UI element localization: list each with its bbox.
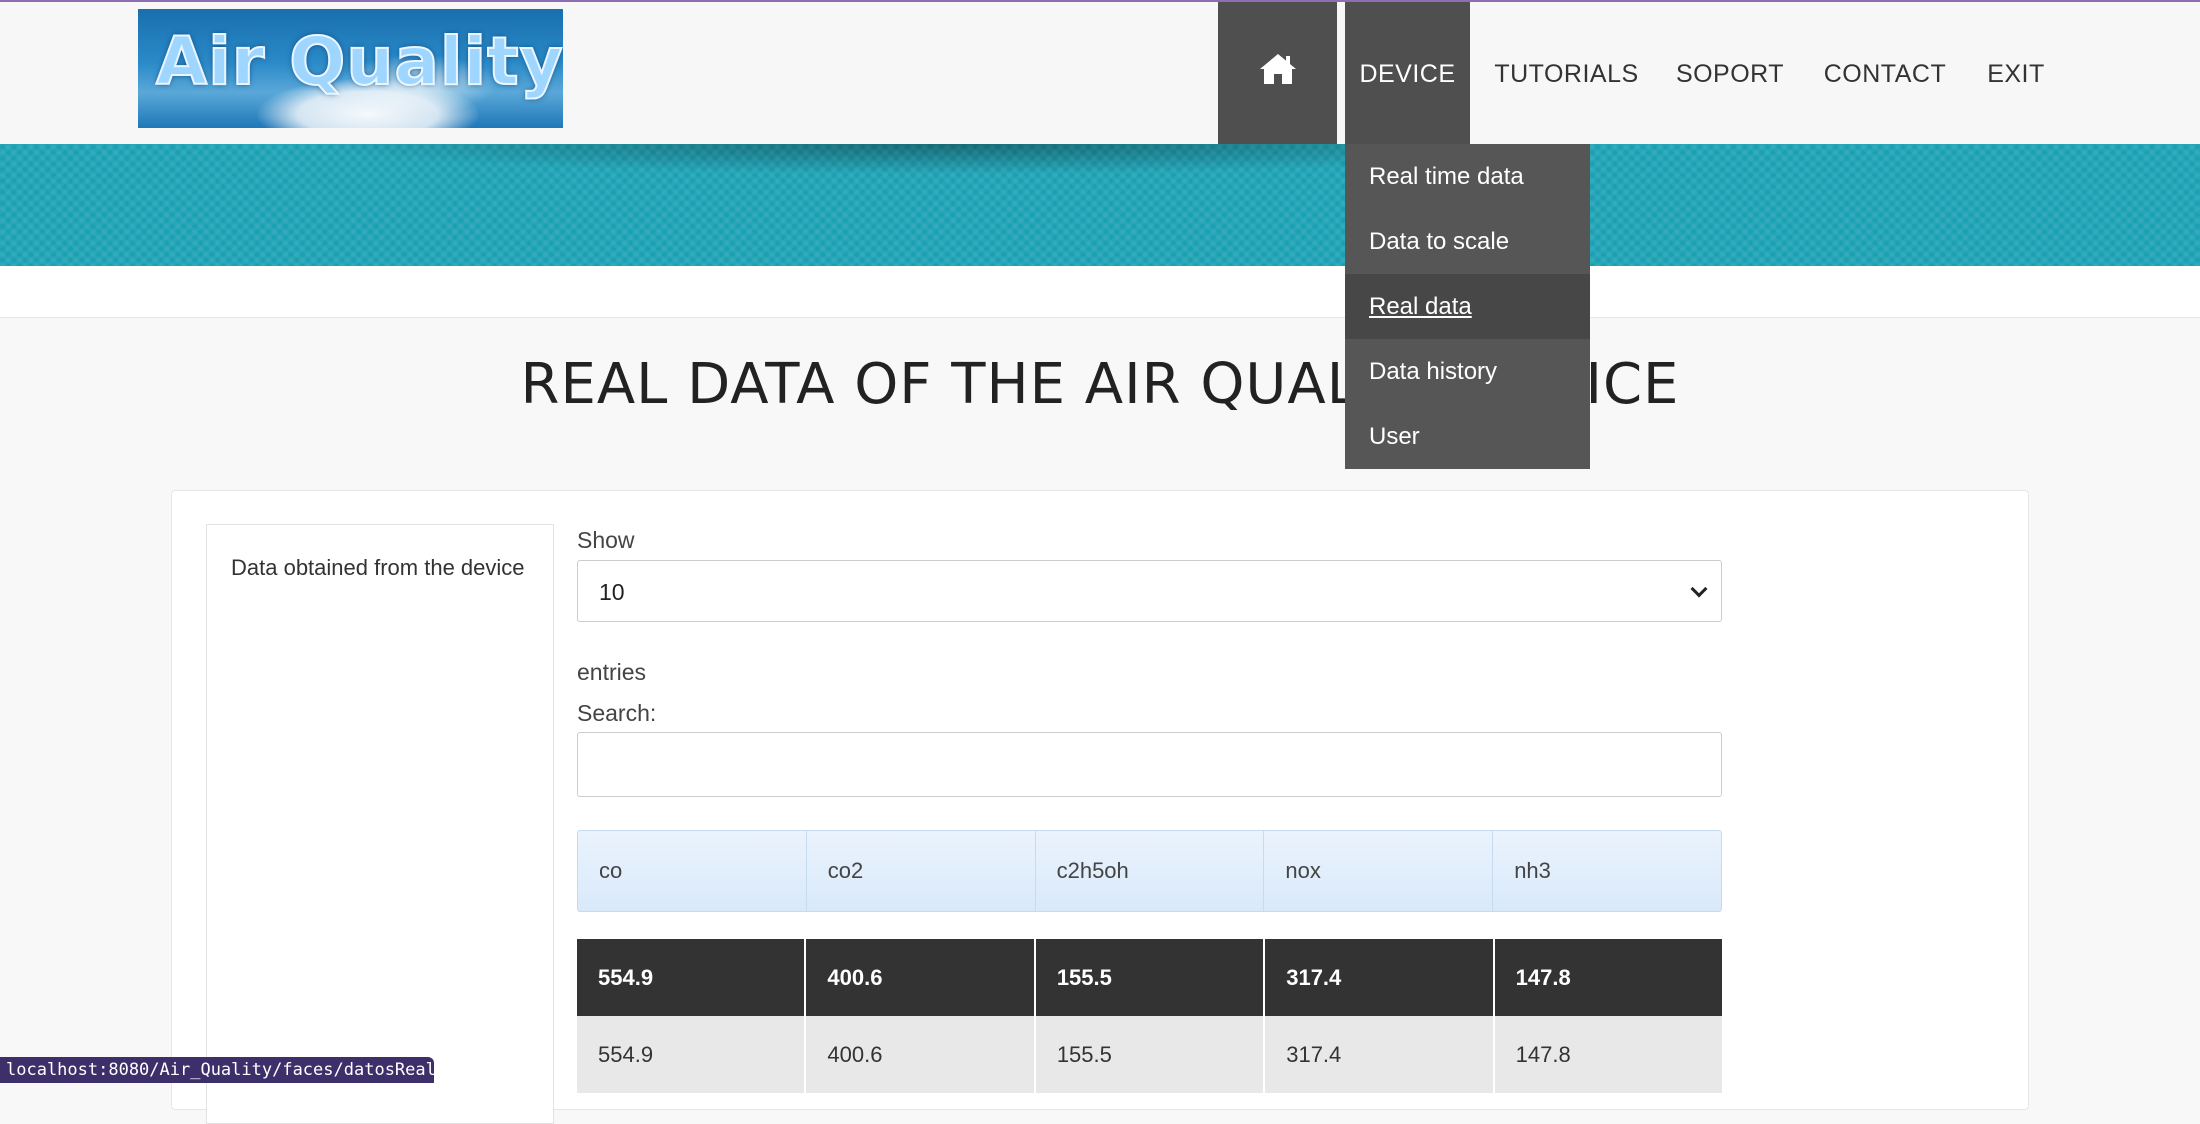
table-cell: 317.4 <box>1265 1016 1495 1093</box>
nav-item-exit[interactable]: EXIT <box>1980 2 2052 146</box>
menu-item-user[interactable]: User <box>1345 404 1590 469</box>
entries-label: entries <box>577 659 647 685</box>
table-row[interactable]: 554.9 400.6 155.5 317.4 147.8 <box>577 939 1723 1016</box>
nav-item-soport[interactable]: SOPORT <box>1670 2 1790 146</box>
menu-item-real-data[interactable]: Real data <box>1345 274 1590 339</box>
site-logo[interactable]: Air Quality <box>138 9 563 128</box>
chevron-down-icon <box>1690 580 1708 598</box>
menu-item-data-history[interactable]: Data history <box>1345 339 1590 404</box>
table-cell: 155.5 <box>1035 1016 1266 1093</box>
table-cell: 400.6 <box>806 939 1036 1016</box>
show-label: Show <box>577 527 635 553</box>
nav-item-device[interactable]: DEVICE <box>1345 2 1470 146</box>
site-header: Air Quality DEVICE TUTORIALS SOPORT CONT… <box>0 2 2200 146</box>
device-dropdown-menu: Real time data Data to scale Real data D… <box>1345 144 1590 469</box>
table-cell: 400.6 <box>806 1016 1036 1093</box>
table-cell: 554.9 <box>577 1016 807 1093</box>
sidebar-label: Data obtained from the device <box>231 555 525 580</box>
table-cell: 147.8 <box>1494 939 1723 1016</box>
column-header-nh3[interactable]: nh3 <box>1493 831 1721 911</box>
table-cell: 155.5 <box>1035 939 1266 1016</box>
entries-select-value: 10 <box>599 579 625 605</box>
column-header-co[interactable]: co <box>578 831 807 911</box>
nav-home-button[interactable] <box>1218 2 1337 146</box>
home-icon <box>1259 54 1296 84</box>
nav-item-tutorials[interactable]: TUTORIALS <box>1490 2 1643 146</box>
status-bar-url: localhost:8080/Air_Quality/faces/datosRe… <box>0 1057 497 1083</box>
search-label: Search: <box>577 700 657 726</box>
table-cell: 317.4 <box>1265 939 1495 1016</box>
column-header-nox[interactable]: nox <box>1264 831 1494 911</box>
nav-item-contact[interactable]: CONTACT <box>1820 2 1950 146</box>
table-row[interactable]: 554.9 400.6 155.5 317.4 147.8 <box>577 1016 1723 1093</box>
search-input[interactable] <box>577 732 1722 797</box>
table-cell: 147.8 <box>1494 1016 1723 1093</box>
table-cell: 554.9 <box>577 939 807 1016</box>
hero-band <box>0 144 2200 266</box>
table-header: co co2 c2h5oh nox nh3 <box>577 830 1722 912</box>
menu-item-data-to-scale[interactable]: Data to scale <box>1345 209 1590 274</box>
sidebar-box: Data obtained from the device <box>206 524 554 1124</box>
column-header-co2[interactable]: co2 <box>807 831 1036 911</box>
entries-select[interactable]: 10 <box>577 560 1722 622</box>
subheader-strip <box>0 266 2200 318</box>
page-title: REAL DATA OF THE AIR QUALITY DEVICE <box>520 352 1680 417</box>
logo-text: Air Quality <box>155 22 563 101</box>
menu-item-real-time-data[interactable]: Real time data <box>1345 144 1590 209</box>
column-header-c2h5oh[interactable]: c2h5oh <box>1036 831 1265 911</box>
